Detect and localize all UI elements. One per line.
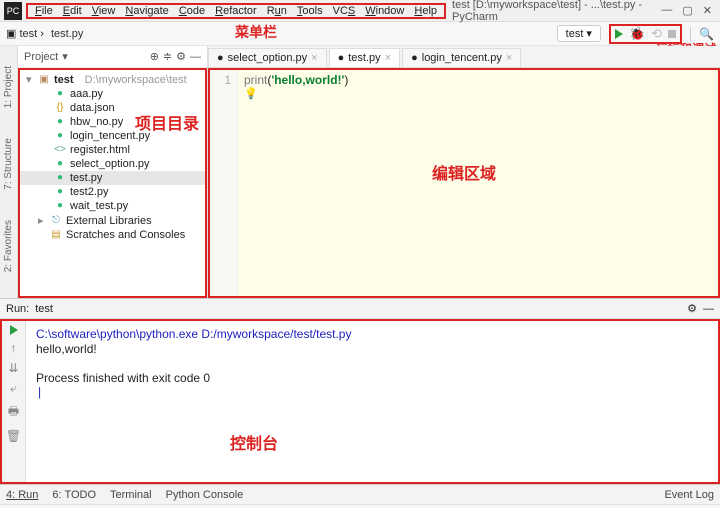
menu-navigate[interactable]: Navigate [122, 5, 171, 17]
down-stack-icon[interactable]: ⇊ [8, 361, 18, 375]
toolbar: ▣ test › test.py test ▾ 🐞 ⟲ 🔍 [0, 22, 720, 46]
tree-file[interactable]: ●select_option.py [20, 157, 205, 171]
editor-tab[interactable]: ●select_option.py × [208, 48, 327, 67]
trash-icon[interactable]: 🗑 [6, 429, 21, 443]
code-editor[interactable]: 1 print('hello,world!') 💡 编辑区域 [208, 68, 720, 298]
editor-tab[interactable]: ●login_tencent.py × [402, 48, 521, 67]
run-toolbar: ↑ ⇊ ⤶ 🖶 🗑 [2, 321, 26, 482]
wrap-icon[interactable]: ⤶ [10, 381, 17, 396]
tree-file[interactable]: ●hbw_no.py [20, 115, 205, 129]
breadcrumb-folder[interactable]: test [19, 28, 37, 40]
run-header: Run: test ⚙ — [0, 299, 720, 319]
editor-area: ●select_option.py ×●test.py ×●login_tenc… [208, 46, 720, 298]
window-controls: — ▢ ✕ [653, 4, 720, 17]
bottom-pyconsole-tab[interactable]: Python Console [166, 489, 244, 501]
stop-button[interactable] [668, 30, 676, 38]
project-pane-header: Project ▾ ⊕ ≑ ⚙ — [18, 46, 207, 68]
menu-vcs[interactable]: VCS [330, 5, 359, 17]
menu-help[interactable]: Help [411, 5, 440, 17]
up-stack-icon[interactable]: ↑ [11, 341, 17, 355]
settings-icon[interactable]: ⚙ [176, 50, 186, 63]
run-title: Run: [6, 303, 29, 315]
maximize-button[interactable]: ▢ [682, 4, 692, 17]
close-button[interactable]: ✕ [703, 4, 712, 17]
select-opened-file-icon[interactable]: ⊕ [150, 50, 159, 63]
tool-structure-tab[interactable]: 7: Structure [3, 138, 14, 190]
tree-file[interactable]: ●login_tencent.py [20, 129, 205, 143]
editor-gutter: 1 [210, 70, 238, 296]
bottom-run-tab[interactable]: 4: Run [6, 489, 38, 501]
minimize-button[interactable]: — [661, 4, 672, 17]
run-config-name[interactable]: test [35, 303, 53, 315]
tree-external-libs[interactable]: ▸⎋External Libraries [20, 213, 205, 228]
menu-refactor[interactable]: Refactor [212, 5, 260, 17]
rerun-button[interactable] [10, 325, 18, 335]
menu-tools[interactable]: Tools [294, 5, 326, 17]
close-tab-icon[interactable]: × [311, 52, 317, 64]
editor-tab[interactable]: ●test.py × [329, 48, 401, 67]
window-title: test [D:\myworkspace\test] - ...\test.py… [446, 0, 653, 23]
editor-tabs: ●select_option.py ×●test.py ×●login_tenc… [208, 46, 720, 68]
bottom-todo-tab[interactable]: 6: TODO [52, 489, 96, 501]
tool-favorites-tab[interactable]: 2: Favorites [3, 220, 14, 272]
project-tool-window: Project ▾ ⊕ ≑ ⚙ — 项目目录 ▾▣ test D:\mywork… [18, 46, 208, 298]
folder-icon: ▣ [6, 28, 16, 40]
tree-root[interactable]: ▾▣ test D:\myworkspace\test [20, 72, 205, 87]
menu-code[interactable]: Code [176, 5, 208, 17]
main-menu: File Edit View Navigate Code Refactor Ru… [26, 3, 446, 19]
project-pane-title[interactable]: Project [24, 51, 58, 63]
project-tree[interactable]: 项目目录 ▾▣ test D:\myworkspace\test ●aaa.py… [18, 68, 207, 298]
menu-window[interactable]: Window [362, 5, 407, 17]
title-bar: PC File Edit View Navigate Code Refactor… [0, 0, 720, 22]
print-icon[interactable]: 🖶 [8, 402, 19, 423]
annotation-menubar: 菜单栏 [235, 22, 277, 42]
bottom-terminal-tab[interactable]: Terminal [110, 489, 152, 501]
annotation-editor: 编辑区域 [432, 160, 496, 184]
close-tab-icon[interactable]: × [506, 52, 512, 64]
menu-run[interactable]: Run [264, 5, 290, 17]
hide-icon[interactable]: — [190, 51, 201, 63]
tool-project-tab[interactable]: 1: Project [3, 66, 14, 108]
tree-file[interactable]: <>register.html [20, 143, 205, 157]
separator [690, 27, 691, 41]
run-config-selector[interactable]: test ▾ [557, 25, 601, 42]
search-everywhere-button[interactable]: 🔍 [699, 27, 714, 41]
app-icon: PC [4, 2, 22, 20]
tree-file[interactable]: ●test2.py [20, 185, 205, 199]
menu-edit[interactable]: Edit [60, 5, 85, 17]
breadcrumb-file[interactable]: test.py [51, 28, 83, 40]
annotation-console: 控制台 [230, 430, 278, 454]
menu-file[interactable]: File [32, 5, 56, 17]
run-tool-window: Run: test ⚙ — ↑ ⇊ ⤶ 🖶 🗑 C:\software\pyth… [0, 298, 720, 484]
status-bar: 5:1 CRLF UTF-8 4 spaces Python 3.8 🔒 [0, 504, 720, 508]
tree-file[interactable]: {}data.json [20, 101, 205, 115]
run-button[interactable] [615, 29, 623, 39]
tree-file[interactable]: ●wait_test.py [20, 199, 205, 213]
event-log-button[interactable]: Event Log [664, 489, 714, 501]
debug-button[interactable]: 🐞 [629, 26, 645, 42]
menu-view[interactable]: View [89, 5, 119, 17]
console-output[interactable]: C:\software\python\python.exe D:/myworks… [26, 321, 718, 482]
bottom-tool-tabs: 4: Run 6: TODO Terminal Python Console E… [0, 484, 720, 504]
breadcrumb: ▣ test › test.py [6, 27, 83, 40]
run-hide-icon[interactable]: — [703, 303, 714, 315]
close-tab-icon[interactable]: × [385, 52, 391, 64]
tree-file[interactable]: ●test.py [20, 171, 205, 185]
left-gutter: 1: Project 7: Structure 2: Favorites [0, 46, 18, 298]
collapse-all-icon[interactable]: ≑ [163, 50, 172, 63]
tree-file[interactable]: ●aaa.py [20, 87, 205, 101]
tree-scratches[interactable]: ▤Scratches and Consoles [20, 228, 205, 242]
run-settings-icon[interactable]: ⚙ [687, 302, 697, 315]
